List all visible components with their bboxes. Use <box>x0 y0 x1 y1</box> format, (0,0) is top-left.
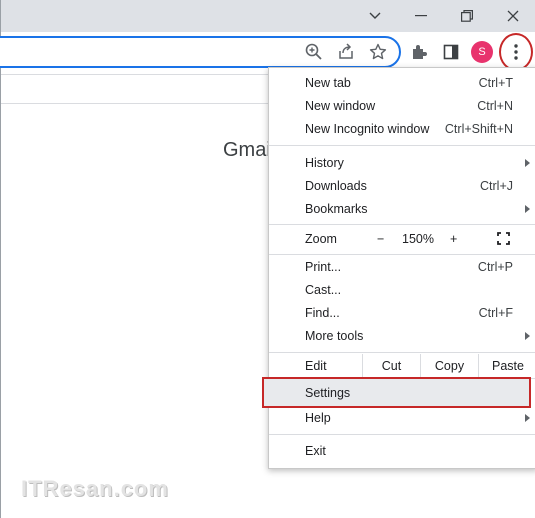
menu-label: Exit <box>305 444 326 458</box>
menu-label: Print... <box>305 260 342 274</box>
menu-label: History <box>305 156 344 170</box>
share-icon[interactable] <box>332 38 360 66</box>
minimize-button[interactable] <box>398 0 444 32</box>
menu-item-exit[interactable]: Exit <box>269 440 535 463</box>
paste-button[interactable]: Paste <box>478 354 535 378</box>
zoom-in-button[interactable]: + <box>450 232 457 246</box>
zoom-level-value: 150% <box>402 232 434 246</box>
menu-item-find[interactable]: Find... Ctrl+F <box>269 302 535 325</box>
submenu-arrow-icon <box>525 159 530 167</box>
watermark-logo: ITResan.com <box>21 476 169 501</box>
page-heading: Gmai <box>223 139 271 161</box>
menu-shortcut: Ctrl+T <box>478 76 513 90</box>
submenu-arrow-icon <box>525 414 530 422</box>
menu-label: Bookmarks <box>305 202 368 216</box>
fullscreen-icon[interactable] <box>497 232 510 248</box>
menu-separator <box>269 254 535 255</box>
menu-item-new-tab[interactable]: New tab Ctrl+T <box>269 72 535 95</box>
menu-item-history[interactable]: History <box>269 152 535 175</box>
menu-item-edit: Edit Cut Copy Paste <box>269 354 535 378</box>
menu-item-bookmarks[interactable]: Bookmarks <box>269 198 535 221</box>
paste-label: Paste <box>492 359 524 373</box>
cut-label: Cut <box>381 359 402 373</box>
menu-shortcut: Ctrl+N <box>477 99 513 113</box>
menu-label: More tools <box>305 329 364 343</box>
menu-label: Settings <box>305 386 351 400</box>
extensions-puzzle-icon[interactable] <box>405 38 433 66</box>
menu-label: New Incognito window <box>305 122 430 136</box>
menu-item-settings[interactable]: Settings <box>262 377 531 408</box>
profile-avatar[interactable]: S <box>471 41 493 63</box>
tab-search-chevron-icon[interactable] <box>352 0 398 32</box>
content-divider <box>1 103 271 104</box>
menu-separator <box>269 145 535 146</box>
menu-label: New tab <box>305 76 351 90</box>
menu-shortcut: Ctrl+J <box>480 179 513 193</box>
menu-label: Find... <box>305 306 340 320</box>
menu-item-new-window[interactable]: New window Ctrl+N <box>269 95 535 118</box>
menu-label: New window <box>305 99 376 113</box>
menu-item-help[interactable]: Help <box>269 407 535 430</box>
restore-button[interactable] <box>444 0 490 32</box>
menu-label: Help <box>305 411 331 425</box>
zoom-icon[interactable] <box>300 38 328 66</box>
menu-label: Downloads <box>305 179 367 193</box>
edit-label: Edit <box>305 359 327 373</box>
menu-shortcut: Ctrl+P <box>477 260 513 274</box>
menu-shortcut: Ctrl+Shift+N <box>444 122 513 136</box>
menu-separator <box>269 352 535 353</box>
bookmark-star-icon[interactable] <box>364 38 392 66</box>
zoom-out-button[interactable]: − <box>377 232 384 246</box>
menu-item-print[interactable]: Print... Ctrl+P <box>269 256 535 279</box>
copy-button[interactable]: Copy <box>420 354 478 378</box>
title-bar <box>1 0 535 32</box>
menu-label: Cast... <box>305 283 342 297</box>
cut-button[interactable]: Cut <box>362 354 420 378</box>
menu-item-cast[interactable]: Cast... <box>269 279 535 302</box>
menu-item-more-tools[interactable]: More tools <box>269 325 535 348</box>
menu-separator <box>269 224 535 225</box>
kebab-highlight-circle <box>499 33 533 71</box>
chrome-main-menu: New tab Ctrl+T New window Ctrl+N New Inc… <box>268 67 535 469</box>
menu-item-zoom: Zoom − 150% + <box>269 228 535 251</box>
menu-item-downloads[interactable]: Downloads Ctrl+J <box>269 175 535 198</box>
submenu-arrow-icon <box>525 332 530 340</box>
side-panel-icon[interactable] <box>437 38 465 66</box>
menu-shortcut: Ctrl+F <box>478 306 513 320</box>
zoom-label: Zoom <box>305 232 337 246</box>
copy-label: Copy <box>434 359 465 373</box>
menu-separator <box>269 434 535 435</box>
submenu-arrow-icon <box>525 205 530 213</box>
close-window-button[interactable] <box>490 0 535 32</box>
menu-item-new-incognito[interactable]: New Incognito window Ctrl+Shift+N <box>269 118 535 141</box>
